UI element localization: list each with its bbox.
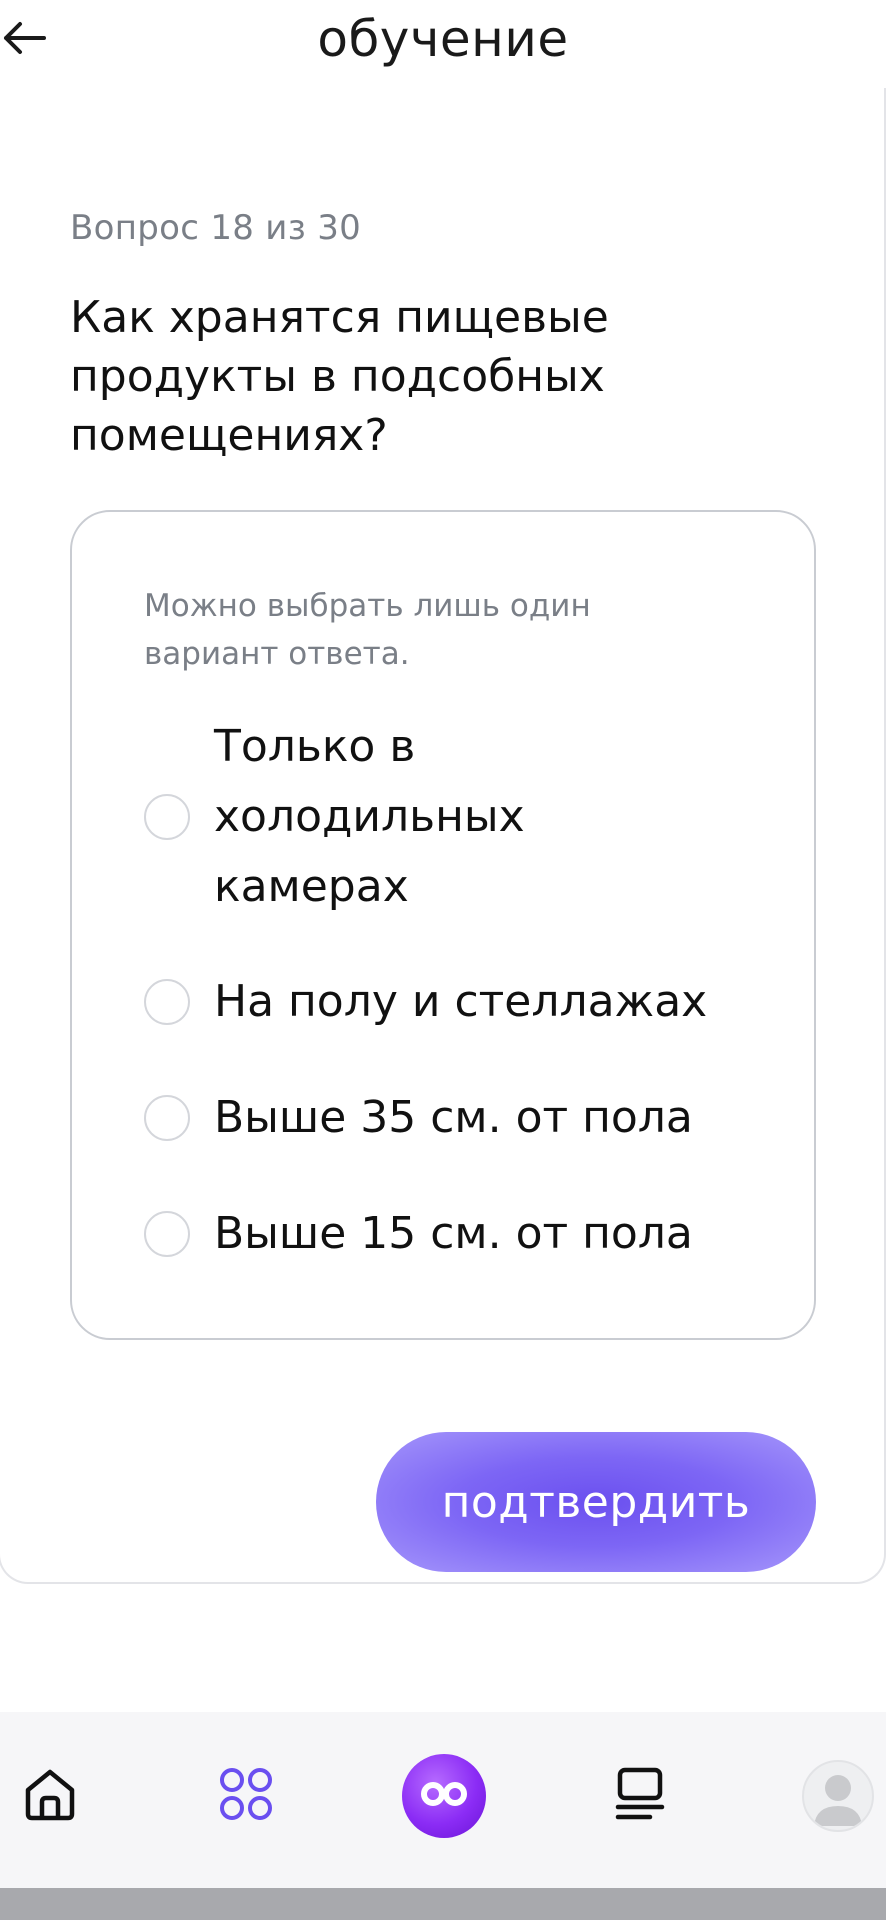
courses-icon	[612, 1766, 668, 1826]
page-title: обучение	[317, 10, 569, 68]
answer-option-label: На полу и стеллажах	[214, 976, 708, 1027]
grid-icon	[218, 1766, 274, 1826]
radio-button[interactable]	[144, 1095, 190, 1141]
avatar	[802, 1760, 874, 1832]
home-icon	[20, 1764, 80, 1828]
header: обучение	[0, 0, 886, 88]
answer-hint: Можно выбрать лишь один вариант ответа.	[144, 588, 591, 672]
answer-option-2[interactable]: На полу и стеллажах	[144, 967, 764, 1037]
infinity-icon	[418, 1779, 470, 1813]
page: Вопрос 18 из 30 Как хранятся пищевые про…	[0, 0, 886, 1920]
nav-profile[interactable]	[790, 1748, 886, 1844]
question-card: Вопрос 18 из 30 Как хранятся пищевые про…	[0, 60, 886, 1584]
nav-catalog[interactable]	[198, 1748, 294, 1844]
radio-button[interactable]	[144, 1211, 190, 1257]
main-button	[402, 1754, 486, 1838]
nav-main[interactable]	[396, 1748, 492, 1844]
bottom-navigation	[0, 1712, 886, 1888]
confirm-button-label: подтвердить	[441, 1476, 751, 1528]
answer-option-3[interactable]: Выше 35 см. от пола	[144, 1083, 764, 1153]
answer-option-label: Выше 15 см. от пола	[214, 1208, 693, 1259]
system-bar	[0, 1888, 886, 1920]
answer-option-4[interactable]: Выше 15 см. от пола	[144, 1199, 764, 1269]
question-counter: Вопрос 18 из 30	[70, 208, 362, 248]
nav-home[interactable]	[2, 1748, 98, 1844]
answer-option-label: Выше 35 см. от пола	[214, 1092, 693, 1143]
answer-option-1[interactable]: Только в холодильных камерах	[144, 712, 764, 922]
confirm-button[interactable]: подтвердить	[376, 1432, 816, 1572]
question-text: Как хранятся пищевые продукты в подсобны…	[70, 292, 609, 461]
answer-options-box: Можно выбрать лишь один вариант ответа. …	[70, 510, 816, 1340]
radio-button[interactable]	[144, 794, 190, 840]
answer-option-label: Только в холодильных камерах	[214, 721, 525, 912]
nav-courses[interactable]	[592, 1748, 688, 1844]
radio-button[interactable]	[144, 979, 190, 1025]
